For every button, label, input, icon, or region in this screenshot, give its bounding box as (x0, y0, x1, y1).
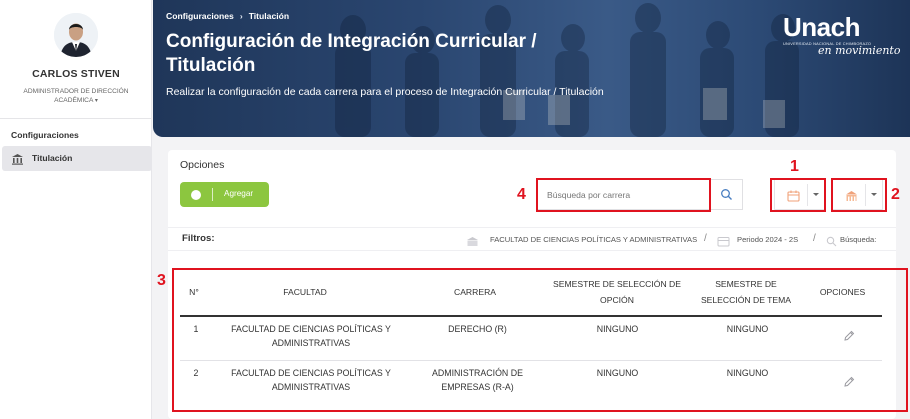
filter-search: Búsqueda: (840, 235, 877, 244)
button-divider (212, 188, 213, 201)
annotation-number-4: 4 (517, 186, 526, 203)
annotation-number-1: 1 (790, 158, 799, 175)
breadcrumb: Configuraciones › Titulación (166, 11, 289, 21)
annotation-box-period (770, 178, 826, 212)
breadcrumb-separator: › (239, 11, 243, 21)
building-icon (11, 152, 24, 165)
annotation-number-2: 2 (891, 186, 900, 203)
annotation-box-table (172, 268, 908, 412)
annotation-box-faculty (831, 178, 887, 212)
user-role-label: ADMINISTRADOR DE DIRECCIÓN ACADÉMICA (23, 88, 129, 104)
annotation-number-3: 3 (157, 272, 166, 289)
add-button[interactable]: Agregar (180, 182, 269, 207)
page-subtitle: Realizar la configuración de cada carrer… (166, 86, 604, 98)
sidebar-divider (0, 118, 152, 119)
unach-logo: Unach UNIVERSIDAD NACIONAL DE CHIMBORAZO… (781, 12, 901, 67)
calendar-icon (717, 234, 730, 247)
breadcrumb-item-configuraciones[interactable]: Configuraciones (166, 11, 234, 21)
sidebar: CARLOS STIVEN ADMINISTRADOR DE DIRECCIÓN… (0, 0, 152, 419)
sidebar-item-label: Titulación (32, 153, 73, 163)
add-button-label: Agregar (224, 189, 254, 198)
logo-word: Unach (783, 12, 860, 42)
page-banner: Configuraciones › Titulación Configuración… (153, 0, 910, 137)
breadcrumb-item-titulacion: Titulación (248, 11, 290, 21)
search-icon (826, 234, 839, 247)
building-icon (466, 234, 479, 246)
filter-period: Periodo 2024 - 2S (737, 235, 799, 244)
options-title: Opciones (180, 159, 225, 171)
search-icon[interactable] (720, 188, 733, 201)
filter-separator: / (813, 233, 816, 244)
user-name: CARLOS STIVEN (32, 68, 120, 80)
avatar[interactable] (54, 13, 98, 57)
sidebar-item-titulacion[interactable]: Titulación (2, 146, 152, 171)
sidebar-section-title: Configuraciones (11, 130, 79, 140)
filters-bar: Filtros: FACULTAD DE CIENCIAS POLÍTICAS … (168, 227, 896, 251)
add-icon (191, 189, 201, 200)
filter-separator: / (704, 233, 707, 244)
chevron-down-icon: ▾ (94, 98, 98, 104)
app-root: CARLOS STIVEN ADMINISTRADOR DE DIRECCIÓN… (0, 0, 910, 419)
page-title: Configuración de Integración Curricular … (166, 31, 537, 76)
annotation-box-search (536, 178, 711, 212)
user-role[interactable]: ADMINISTRADOR DE DIRECCIÓN ACADÉMICA ▾ (20, 87, 132, 106)
logo-slogan: en movimiento (818, 44, 901, 57)
filter-faculty: FACULTAD DE CIENCIAS POLÍTICAS Y ADMINIS… (490, 235, 698, 244)
filters-label: Filtros: (182, 233, 215, 244)
